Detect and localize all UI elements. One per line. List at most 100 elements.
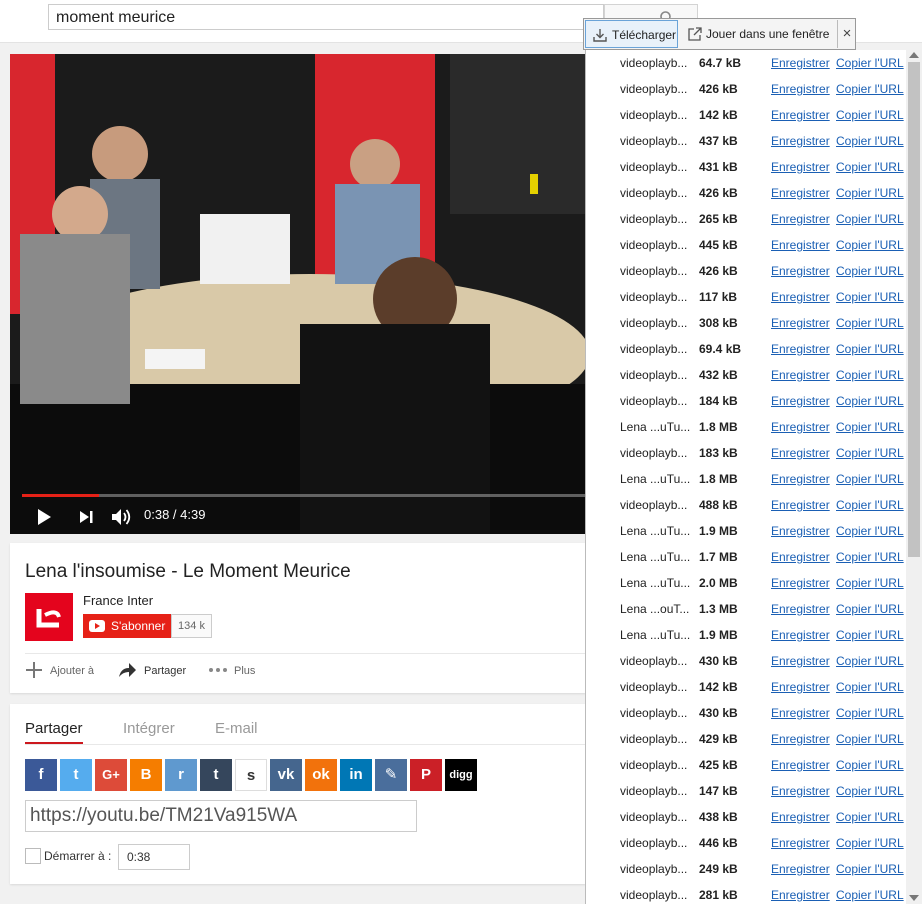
next-button[interactable] — [78, 509, 94, 525]
save-link[interactable]: Enregistrer — [771, 472, 830, 486]
scrollbar-thumb[interactable] — [908, 62, 920, 557]
save-link[interactable]: Enregistrer — [771, 758, 830, 772]
copy-url-link[interactable]: Copier l'URL — [836, 368, 904, 382]
start-at-checkbox[interactable] — [25, 848, 41, 864]
twitter-icon[interactable]: t — [60, 759, 92, 791]
copy-url-link[interactable]: Copier l'URL — [836, 134, 904, 148]
google-plus-icon[interactable]: G+ — [95, 759, 127, 791]
livejournal-icon[interactable]: ✎ — [375, 759, 407, 791]
tumblr-icon[interactable]: t — [200, 759, 232, 791]
tab-share[interactable]: Partager — [25, 720, 83, 737]
save-link[interactable]: Enregistrer — [771, 602, 830, 616]
save-link[interactable]: Enregistrer — [771, 836, 830, 850]
channel-name[interactable]: France Inter — [83, 593, 153, 608]
save-link[interactable]: Enregistrer — [771, 862, 830, 876]
share-url-field[interactable]: https://youtu.be/TM21Va915WA — [25, 800, 417, 832]
pinterest-icon[interactable]: P — [410, 759, 442, 791]
save-link[interactable]: Enregistrer — [771, 316, 830, 330]
facebook-icon[interactable]: f — [25, 759, 57, 791]
save-link[interactable]: Enregistrer — [771, 628, 830, 642]
copy-url-link[interactable]: Copier l'URL — [836, 758, 904, 772]
copy-url-link[interactable]: Copier l'URL — [836, 706, 904, 720]
subscribe-button[interactable]: S'abonner — [83, 614, 171, 638]
copy-url-link[interactable]: Copier l'URL — [836, 108, 904, 122]
save-link[interactable]: Enregistrer — [771, 238, 830, 252]
save-link[interactable]: Enregistrer — [771, 134, 830, 148]
copy-url-link[interactable]: Copier l'URL — [836, 810, 904, 824]
save-link[interactable]: Enregistrer — [771, 342, 830, 356]
save-link[interactable]: Enregistrer — [771, 212, 830, 226]
linkedin-icon[interactable]: in — [340, 759, 372, 791]
vk-icon[interactable]: vk — [270, 759, 302, 791]
copy-url-link[interactable]: Copier l'URL — [836, 576, 904, 590]
save-link[interactable]: Enregistrer — [771, 446, 830, 460]
copy-url-link[interactable]: Copier l'URL — [836, 524, 904, 538]
save-link[interactable]: Enregistrer — [771, 498, 830, 512]
copy-url-link[interactable]: Copier l'URL — [836, 316, 904, 330]
save-link[interactable]: Enregistrer — [771, 82, 830, 96]
scroll-down-icon[interactable] — [909, 895, 919, 901]
copy-url-link[interactable]: Copier l'URL — [836, 888, 904, 902]
save-link[interactable]: Enregistrer — [771, 576, 830, 590]
copy-url-link[interactable]: Copier l'URL — [836, 472, 904, 486]
blogger-icon[interactable]: B — [130, 759, 162, 791]
volume-button[interactable] — [111, 507, 133, 527]
tab-email[interactable]: E-mail — [215, 720, 258, 737]
copy-url-link[interactable]: Copier l'URL — [836, 732, 904, 746]
copy-url-link[interactable]: Copier l'URL — [836, 264, 904, 278]
progress-bar[interactable] — [22, 494, 586, 497]
channel-avatar[interactable] — [25, 593, 73, 641]
save-link[interactable]: Enregistrer — [771, 550, 830, 564]
copy-url-link[interactable]: Copier l'URL — [836, 784, 904, 798]
stumbleupon-icon[interactable]: s — [235, 759, 267, 791]
copy-url-link[interactable]: Copier l'URL — [836, 550, 904, 564]
save-link[interactable]: Enregistrer — [771, 810, 830, 824]
tab-embed[interactable]: Intégrer — [123, 720, 175, 737]
save-link[interactable]: Enregistrer — [771, 160, 830, 174]
save-link[interactable]: Enregistrer — [771, 732, 830, 746]
scroll-up-icon[interactable] — [909, 52, 919, 58]
copy-url-link[interactable]: Copier l'URL — [836, 862, 904, 876]
save-link[interactable]: Enregistrer — [771, 368, 830, 382]
copy-url-link[interactable]: Copier l'URL — [836, 602, 904, 616]
save-link[interactable]: Enregistrer — [771, 56, 830, 70]
download-button[interactable]: Télécharger — [585, 20, 678, 48]
save-link[interactable]: Enregistrer — [771, 524, 830, 538]
digg-icon[interactable]: digg — [445, 759, 477, 791]
save-link[interactable]: Enregistrer — [771, 654, 830, 668]
copy-url-link[interactable]: Copier l'URL — [836, 446, 904, 460]
save-link[interactable]: Enregistrer — [771, 888, 830, 902]
search-input[interactable]: moment meurice — [48, 4, 604, 30]
copy-url-link[interactable]: Copier l'URL — [836, 342, 904, 356]
copy-url-link[interactable]: Copier l'URL — [836, 212, 904, 226]
copy-url-link[interactable]: Copier l'URL — [836, 290, 904, 304]
copy-url-link[interactable]: Copier l'URL — [836, 420, 904, 434]
save-link[interactable]: Enregistrer — [771, 290, 830, 304]
copy-url-link[interactable]: Copier l'URL — [836, 160, 904, 174]
copy-url-link[interactable]: Copier l'URL — [836, 394, 904, 408]
save-link[interactable]: Enregistrer — [771, 706, 830, 720]
start-time-input[interactable]: 0:38 — [118, 844, 190, 870]
play-button[interactable] — [36, 508, 52, 526]
save-link[interactable]: Enregistrer — [771, 394, 830, 408]
copy-url-link[interactable]: Copier l'URL — [836, 836, 904, 850]
copy-url-link[interactable]: Copier l'URL — [836, 238, 904, 252]
save-link[interactable]: Enregistrer — [771, 680, 830, 694]
popout-window-button[interactable]: Jouer dans une fenêtre — [684, 20, 830, 48]
close-icon[interactable]: × — [837, 20, 856, 48]
save-link[interactable]: Enregistrer — [771, 108, 830, 122]
reddit-icon[interactable]: r — [165, 759, 197, 791]
copy-url-link[interactable]: Copier l'URL — [836, 654, 904, 668]
copy-url-link[interactable]: Copier l'URL — [836, 628, 904, 642]
save-link[interactable]: Enregistrer — [771, 186, 830, 200]
copy-url-link[interactable]: Copier l'URL — [836, 82, 904, 96]
odnoklassniki-icon[interactable]: ok — [305, 759, 337, 791]
copy-url-link[interactable]: Copier l'URL — [836, 680, 904, 694]
save-link[interactable]: Enregistrer — [771, 784, 830, 798]
copy-url-link[interactable]: Copier l'URL — [836, 56, 904, 70]
save-link[interactable]: Enregistrer — [771, 264, 830, 278]
copy-url-link[interactable]: Copier l'URL — [836, 498, 904, 512]
save-link[interactable]: Enregistrer — [771, 420, 830, 434]
video-player[interactable]: 0:38 / 4:39 — [10, 54, 586, 534]
copy-url-link[interactable]: Copier l'URL — [836, 186, 904, 200]
